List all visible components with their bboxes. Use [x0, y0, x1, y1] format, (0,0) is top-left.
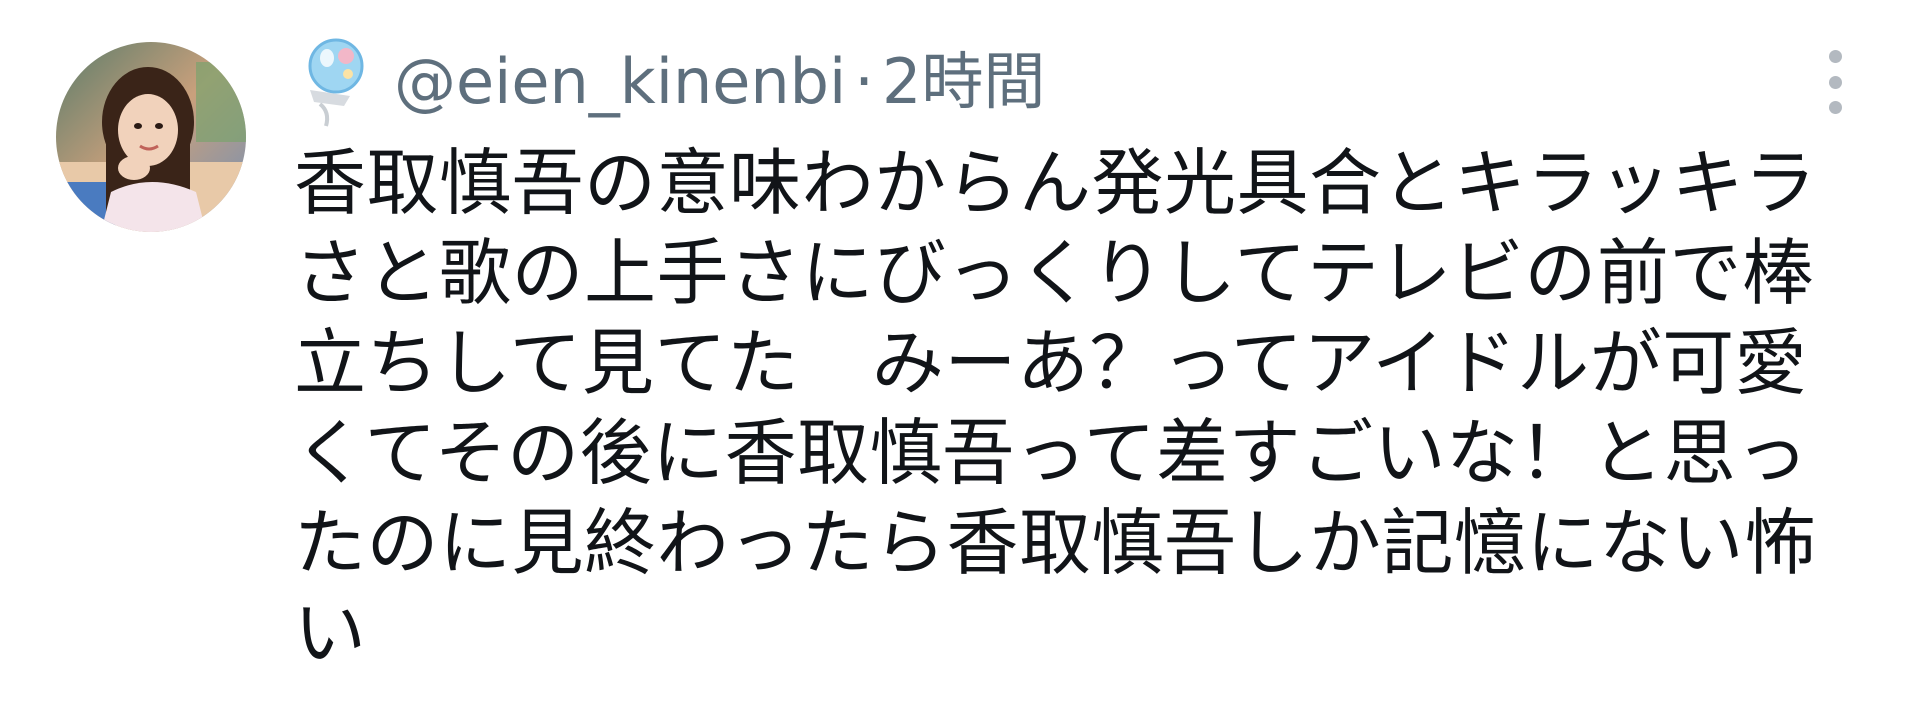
more-vertical-icon: [1828, 50, 1842, 63]
avatar-photo: [56, 42, 246, 232]
avatar[interactable]: [56, 42, 246, 232]
author-handle[interactable]: @eien_kinenbi: [394, 34, 846, 130]
tweet-body-text: 香取慎吾の意味わからん発光具合とキラッキラさと歌の上手さにびっくりしてテレビの前…: [294, 141, 1817, 675]
tweet-timestamp[interactable]: 2時間: [882, 34, 1045, 130]
tweet-card[interactable]: @eien_kinenbi · 2時間 香取慎吾の意味わからん発光具合とキラッキ…: [0, 0, 1920, 717]
soda-float-balloon-icon: [308, 38, 364, 127]
meta-separator: ·: [854, 45, 874, 118]
tweet-header: @eien_kinenbi · 2時間: [300, 34, 1045, 130]
more-options-button[interactable]: [1815, 50, 1855, 114]
